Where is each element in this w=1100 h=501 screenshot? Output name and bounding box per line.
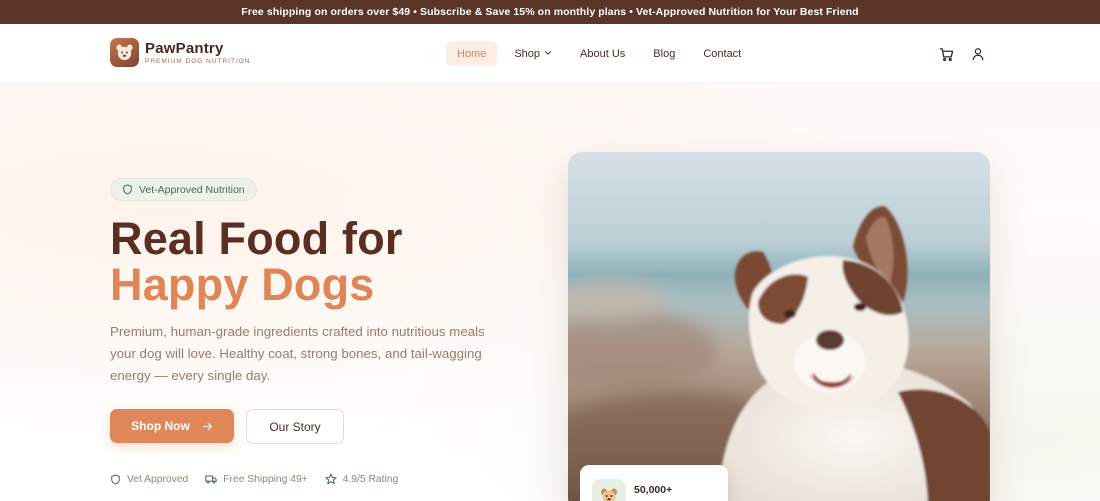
brand-name: PawPantry — [145, 39, 224, 57]
nav-contact[interactable]: Contact — [692, 41, 752, 66]
shield-icon — [110, 474, 121, 485]
nav-about[interactable]: About Us — [569, 41, 636, 66]
cart-icon[interactable] — [938, 46, 954, 62]
nav-contact-label: Contact — [703, 47, 742, 60]
truck-icon — [205, 473, 218, 485]
star-icon — [325, 473, 337, 485]
arrow-right-icon — [202, 421, 213, 432]
trust-item-vet: Vet Approved — [110, 474, 188, 485]
nav-home[interactable]: Home — [446, 41, 498, 66]
hero-lead: Premium, human-grade ingredients crafted… — [110, 324, 485, 383]
trust-row: Vet Approved Free Shipping 49+ 4.9/5 Rat… — [110, 473, 415, 485]
shop-now-label: Shop Now — [131, 419, 190, 433]
main-nav: Home Shop About Us Blog Contact — [446, 41, 758, 66]
trust-item-rating: 4.9/5 Rating — [325, 473, 399, 485]
header-actions — [938, 46, 1002, 62]
our-story-button[interactable]: Our Story — [246, 409, 344, 444]
nav-blog[interactable]: Blog — [642, 41, 686, 66]
hero-dog-photo — [568, 152, 990, 501]
hero-title: Real Food for Happy Dogs — [110, 216, 530, 308]
trust-label: Vet Approved — [127, 473, 189, 485]
shop-now-button[interactable]: Shop Now — [110, 409, 234, 443]
chevron-down-icon — [544, 48, 552, 60]
badge-label: Vet-Approved Nutrition — [139, 183, 245, 196]
shield-icon — [122, 184, 133, 195]
trust-label: Free Shipping 49+ — [223, 473, 308, 485]
announcement-text: Free shipping on orders over $49 • Subsc… — [241, 6, 859, 18]
hero-title-line1: Real Food for — [110, 213, 403, 264]
trust-label: 4.9/5 Rating — [342, 473, 399, 485]
announcement-bar: Free shipping on orders over $49 • Subsc… — [0, 0, 1100, 24]
nav-about-label: About Us — [580, 47, 626, 60]
nav-home-label: Home — [457, 47, 487, 60]
dog-icon — [592, 479, 626, 501]
user-icon[interactable] — [970, 46, 986, 62]
our-story-label: Our Story — [269, 419, 321, 434]
hero-title-line2: Happy Dogs — [110, 259, 375, 310]
customer-stat-card: 50,000+ — [580, 465, 728, 501]
brand-tagline: PREMIUM DOG NUTRITION — [145, 57, 251, 65]
nav-shop[interactable]: Shop — [503, 41, 563, 66]
stat-value: 50,000+ — [634, 484, 673, 496]
trust-item-shipping: Free Shipping 49+ — [205, 473, 308, 485]
vet-approved-badge: Vet-Approved Nutrition — [110, 178, 257, 201]
hero-section: Vet-Approved Nutrition Real Food for Hap… — [0, 84, 1100, 501]
dog-face-icon — [110, 38, 139, 67]
nav-shop-label: Shop — [514, 47, 541, 60]
nav-blog-label: Blog — [653, 47, 676, 60]
site-header: PawPantry PREMIUM DOG NUTRITION Home Sho… — [0, 24, 1100, 84]
logo[interactable]: PawPantry PREMIUM DOG NUTRITION — [110, 38, 251, 67]
